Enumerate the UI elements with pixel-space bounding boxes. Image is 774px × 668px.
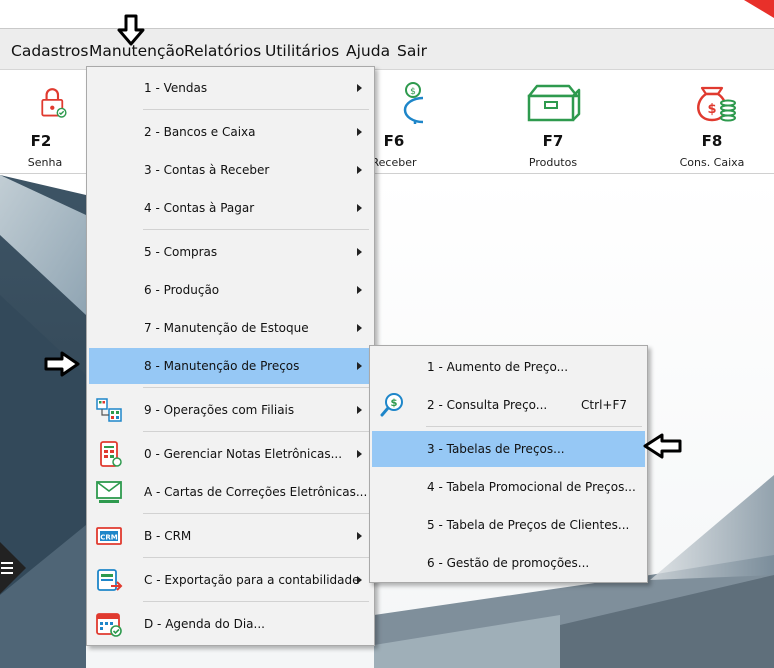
menu-separator [143, 557, 369, 558]
crm-icon: CRM [96, 527, 122, 545]
brand-corner [744, 0, 774, 18]
submenu-item-tabela-promocional[interactable]: 4 - Tabela Promocional de Preços... [372, 469, 645, 505]
menu-separator [143, 431, 369, 432]
menu-item-label: 6 - Gestão de promoções... [427, 556, 590, 570]
menu-item-cartas-correcoes[interactable]: A - Cartas de Correções Eletrônicas... [89, 474, 372, 510]
submenu-arrow-icon [357, 362, 362, 370]
menu-item-label: 6 - Produção [144, 283, 220, 297]
menu-cadastros[interactable]: Cadastros [11, 42, 88, 60]
product-box-icon [527, 84, 581, 122]
menu-separator [143, 229, 369, 230]
menu-item-label: 1 - Vendas [144, 81, 208, 95]
menu-item-agenda-dia[interactable]: D - Agenda do Dia... [89, 606, 372, 642]
submenu-arrow-icon [357, 84, 362, 92]
piggy-bank-icon: $ [403, 82, 423, 124]
branches-icon [96, 398, 122, 422]
menu-separator [143, 387, 369, 388]
toolbar-label-senha: Senha [27, 156, 63, 169]
submenu-arrow-icon [357, 204, 362, 212]
menu-item-label: 2 - Consulta Preço... [427, 398, 548, 412]
annotation-arrow-left-icon [643, 433, 682, 459]
menu-item-label: 5 - Compras [144, 245, 218, 259]
menu-separator [143, 601, 369, 602]
menu-item-label: A - Cartas de Correções Eletrônicas... [144, 485, 368, 499]
menu-item-manutencao-precos[interactable]: 8 - Manutenção de Preços [89, 348, 372, 384]
toolbar-key-f8: F8 [701, 132, 723, 150]
menu-sair[interactable]: Sair [397, 42, 427, 60]
menu-item-producao[interactable]: 6 - Produção [89, 272, 372, 308]
toolbar-key-f7: F7 [542, 132, 564, 150]
menu-item-label: 3 - Tabelas de Preços... [427, 442, 565, 456]
submenu-item-tabelas-precos[interactable]: 3 - Tabelas de Preços... [372, 431, 645, 467]
submenu-arrow-icon [357, 450, 362, 458]
menu-item-label: 8 - Manutenção de Preços [144, 359, 300, 373]
menu-item-label: 5 - Tabela de Preços de Clientes... [427, 518, 630, 532]
submenu-arrow-icon [357, 324, 362, 332]
menu-item-label: 4 - Contas à Pagar [144, 201, 255, 215]
submenu-arrow-icon [357, 406, 362, 414]
menu-item-shortcut: Ctrl+F7 [581, 398, 627, 412]
menu-separator [143, 513, 369, 514]
price-lookup-icon: $ [380, 393, 403, 417]
menu-item-label: D - Agenda do Dia... [144, 617, 265, 631]
correction-letter-icon [96, 481, 122, 503]
menu-item-operacoes-filiais[interactable]: 9 - Operações com Filiais [89, 392, 372, 428]
menu-item-label: 2 - Bancos e Caixa [144, 125, 256, 139]
menu-item-label: 3 - Contas à Receber [144, 163, 270, 177]
menu-utilitarios[interactable]: Utilitários [265, 42, 339, 60]
submenu-arrow-icon [357, 576, 362, 584]
menu-item-label: B - CRM [144, 529, 192, 543]
svg-text:$: $ [410, 87, 416, 97]
annotation-arrow-down-icon [117, 14, 145, 46]
submenu-item-gestao-promocoes[interactable]: 6 - Gestão de promoções... [372, 545, 645, 581]
money-bag-icon: $ [697, 86, 736, 122]
submenu-arrow-icon [357, 532, 362, 540]
menu-item-manutencao-estoque[interactable]: 7 - Manutenção de Estoque [89, 310, 372, 346]
padlock-icon [41, 88, 67, 118]
submenu-item-consulta-preco[interactable]: $ 2 - Consulta Preço... Ctrl+F7 [372, 387, 645, 423]
side-panel-handle[interactable] [0, 534, 28, 602]
menu-item-vendas[interactable]: 1 - Vendas [89, 70, 372, 106]
submenu-arrow-icon [357, 166, 362, 174]
menu-item-compras[interactable]: 5 - Compras [89, 234, 372, 270]
menu-separator [426, 426, 642, 427]
menu-item-contas-pagar[interactable]: 4 - Contas à Pagar [89, 190, 372, 226]
menu-item-notas-eletronicas[interactable]: 0 - Gerenciar Notas Eletrônicas... [89, 436, 372, 472]
menu-item-label: 4 - Tabela Promocional de Preços... [427, 480, 636, 494]
precos-submenu: 1 - Aumento de Preço... $ 2 - Consulta P… [369, 345, 648, 583]
hamburger-icon [1, 562, 13, 574]
menu-relatorios[interactable]: Relatórios [184, 42, 261, 60]
toolbar-key-f2: F2 [30, 132, 52, 150]
toolbar-button-cons-caixa[interactable]: $ F8 Cons. Caixa [657, 70, 767, 174]
svg-text:$: $ [707, 102, 716, 117]
toolbar-label-produtos: Produtos [528, 156, 578, 169]
submenu-item-tabela-clientes[interactable]: 5 - Tabela de Preços de Clientes... [372, 507, 645, 543]
submenu-arrow-icon [357, 248, 362, 256]
svg-text:$: $ [391, 398, 398, 409]
submenu-arrow-icon [357, 128, 362, 136]
submenu-arrow-icon [357, 286, 362, 294]
menu-item-label: 9 - Operações com Filiais [144, 403, 295, 417]
toolbar-button-produtos[interactable]: F7 Produtos [498, 70, 608, 174]
electronic-invoice-icon [100, 441, 122, 467]
menu-item-label: 7 - Manutenção de Estoque [144, 321, 309, 335]
menu-item-crm[interactable]: CRM B - CRM [89, 518, 372, 554]
annotation-arrow-right-icon [44, 351, 80, 377]
menu-item-label: C - Exportação para a contabilidade [144, 573, 360, 587]
menu-item-label: 0 - Gerenciar Notas Eletrônicas... [144, 447, 343, 461]
menu-item-bancos-caixa[interactable]: 2 - Bancos e Caixa [89, 114, 372, 150]
menu-item-label: 1 - Aumento de Preço... [427, 360, 569, 374]
manutencao-dropdown: 1 - Vendas 2 - Bancos e Caixa 3 - Contas… [86, 66, 375, 646]
menu-ajuda[interactable]: Ajuda [346, 42, 390, 60]
toolbar-label-cons-caixa: Cons. Caixa [679, 156, 745, 169]
svg-text:CRM: CRM [100, 534, 118, 542]
submenu-item-aumento-preco[interactable]: 1 - Aumento de Preço... [372, 349, 645, 385]
calendar-icon [96, 613, 122, 637]
menu-item-contas-receber[interactable]: 3 - Contas à Receber [89, 152, 372, 188]
accounting-export-icon [97, 569, 123, 591]
menu-item-exportacao-contabilidade[interactable]: C - Exportação para a contabilidade [89, 562, 372, 598]
menu-separator [143, 109, 369, 110]
